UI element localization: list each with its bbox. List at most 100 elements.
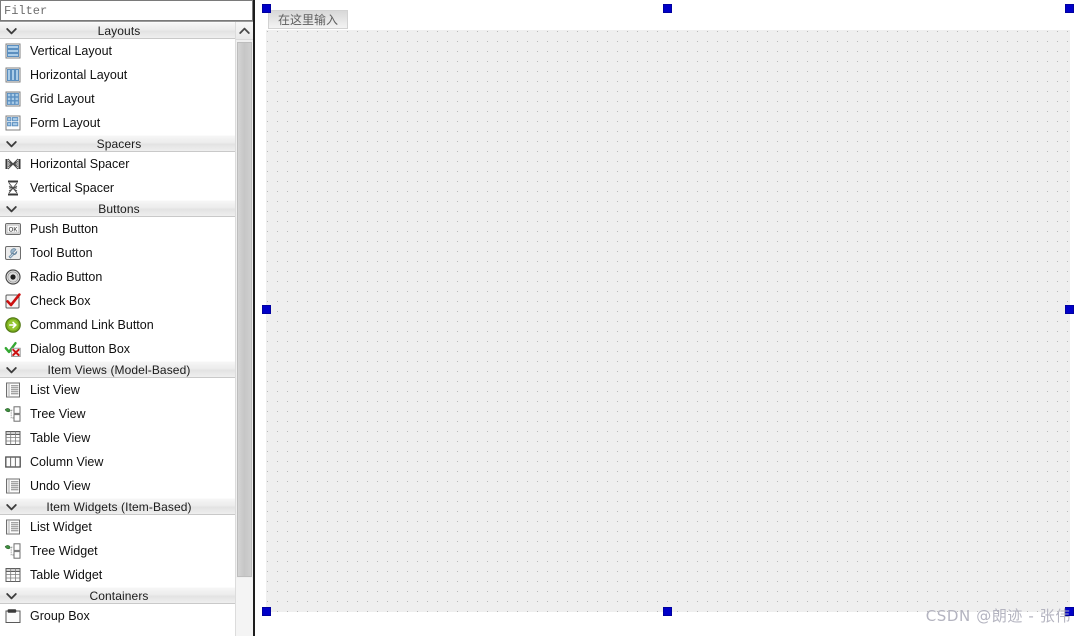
chevron-down-icon[interactable]	[4, 23, 18, 39]
list-widget-icon	[4, 518, 22, 536]
widget-item-check-box[interactable]: Check Box	[0, 289, 238, 313]
widget-item-command-link-button[interactable]: Command Link Button	[0, 313, 238, 337]
widget-tree[interactable]: Layouts Vertical Layout Horizontal Layout G…	[0, 22, 238, 636]
chevron-up-icon	[239, 22, 250, 40]
svg-text:OK: OK	[9, 228, 18, 234]
command-link-button-icon	[4, 316, 22, 334]
category-header-layouts[interactable]: Layouts	[0, 22, 238, 39]
qt-designer-window: Layouts Vertical Layout Horizontal Layout G…	[0, 0, 1081, 636]
column-view-icon	[4, 453, 22, 471]
widget-item-list-view[interactable]: List View	[0, 378, 238, 402]
widget-item-label: Table Widget	[30, 568, 103, 582]
widget-item-vertical-layout[interactable]: Vertical Layout	[0, 39, 238, 63]
category-title: Buttons	[98, 201, 140, 216]
form-editor-area[interactable]: 在这里输入 CSDN @朗迹 - 张伟	[255, 0, 1081, 636]
vertical-spacer-icon	[4, 179, 22, 197]
chevron-down-icon[interactable]	[4, 136, 18, 152]
widget-item-label: Horizontal Spacer	[30, 157, 130, 171]
chevron-down-icon[interactable]	[4, 201, 18, 217]
widget-box-panel: Layouts Vertical Layout Horizontal Layout G…	[0, 0, 255, 636]
widget-item-tool-button[interactable]: Tool Button	[0, 241, 238, 265]
widget-item-label: Push Button	[30, 222, 99, 236]
widget-item-vertical-spacer[interactable]: Vertical Spacer	[0, 176, 238, 200]
tree-view-icon	[4, 405, 22, 423]
group-box-icon	[4, 607, 22, 625]
csdn-watermark: CSDN @朗迹 - 张伟	[925, 607, 1071, 625]
horizontal-spacer-icon	[4, 155, 22, 173]
widget-item-tree-widget[interactable]: Tree Widget	[0, 539, 238, 563]
widget-item-label: Grid Layout	[30, 92, 95, 106]
widget-item-push-button[interactable]: OK Push Button	[0, 217, 238, 241]
list-view-icon	[4, 381, 22, 399]
chevron-down-icon[interactable]	[4, 499, 18, 515]
widget-item-label: Table View	[30, 431, 91, 445]
widget-item-label: Check Box	[30, 294, 91, 308]
widget-box-scrollbar[interactable]	[235, 22, 253, 636]
category-title: Item Widgets (Item-Based)	[46, 499, 192, 514]
table-view-icon	[4, 429, 22, 447]
scrollbar-thumb[interactable]	[237, 42, 252, 577]
handle-bottom-left[interactable]	[262, 607, 271, 616]
handle-top-center[interactable]	[663, 4, 672, 13]
widget-item-label: Tree Widget	[30, 544, 98, 558]
widget-item-label: Column View	[30, 455, 104, 469]
category-header-buttons[interactable]: Buttons	[0, 200, 238, 217]
horizontal-layout-icon	[4, 66, 22, 84]
widget-item-dialog-button-box[interactable]: Dialog Button Box	[0, 337, 238, 361]
widget-item-list-widget[interactable]: List Widget	[0, 515, 238, 539]
widget-item-label: Horizontal Layout	[30, 68, 128, 82]
category-header-item-views-model-based[interactable]: Item Views (Model-Based)	[0, 361, 238, 378]
category-title: Spacers	[96, 136, 142, 151]
undo-view-icon	[4, 477, 22, 495]
scroll-up-button[interactable]	[236, 22, 253, 40]
chevron-down-icon[interactable]	[4, 362, 18, 378]
widget-tree-area: Layouts Vertical Layout Horizontal Layout G…	[0, 22, 253, 636]
category-header-item-widgets-item-based[interactable]: Item Widgets (Item-Based)	[0, 498, 238, 515]
handle-bottom-center[interactable]	[663, 607, 672, 616]
scrollbar-track[interactable]	[236, 578, 253, 636]
category-title: Item Views (Model-Based)	[47, 362, 191, 377]
widget-item-horizontal-layout[interactable]: Horizontal Layout	[0, 63, 238, 87]
category-title: Layouts	[97, 23, 141, 38]
widget-item-label: Vertical Spacer	[30, 181, 115, 195]
form-canvas-grid[interactable]	[266, 30, 1070, 612]
main-window-form[interactable]: 在这里输入	[262, 4, 1074, 616]
category-header-containers[interactable]: Containers	[0, 587, 238, 604]
widget-item-horizontal-spacer[interactable]: Horizontal Spacer	[0, 152, 238, 176]
filter-input[interactable]	[0, 0, 253, 21]
handle-top-right[interactable]	[1065, 4, 1074, 13]
widget-item-table-view[interactable]: Table View	[0, 426, 238, 450]
push-button-icon: OK	[4, 220, 22, 238]
menubar-type-here[interactable]: 在这里输入	[268, 9, 349, 29]
widget-item-column-view[interactable]: Column View	[0, 450, 238, 474]
form-layout-icon	[4, 114, 22, 132]
filter-row	[0, 0, 253, 22]
tool-button-icon	[4, 244, 22, 262]
chevron-down-icon[interactable]	[4, 588, 18, 604]
widget-item-label: List View	[30, 383, 80, 397]
handle-top-left[interactable]	[262, 4, 271, 13]
table-widget-icon	[4, 566, 22, 584]
radio-button-icon	[4, 268, 22, 286]
handle-middle-left[interactable]	[262, 305, 271, 314]
widget-item-label: Dialog Button Box	[30, 342, 131, 356]
widget-item-label: Undo View	[30, 479, 91, 493]
vertical-layout-icon	[4, 42, 22, 60]
widget-item-label: Group Box	[30, 609, 90, 623]
widget-item-group-box[interactable]: Group Box	[0, 604, 238, 628]
widget-item-label: Tree View	[30, 407, 86, 421]
widget-item-form-layout[interactable]: Form Layout	[0, 111, 238, 135]
tree-widget-icon	[4, 542, 22, 560]
widget-item-label: List Widget	[30, 520, 92, 534]
widget-item-grid-layout[interactable]: Grid Layout	[0, 87, 238, 111]
widget-item-radio-button[interactable]: Radio Button	[0, 265, 238, 289]
widget-item-label: Command Link Button	[30, 318, 154, 332]
category-header-spacers[interactable]: Spacers	[0, 135, 238, 152]
widget-item-label: Tool Button	[30, 246, 93, 260]
widget-item-undo-view[interactable]: Undo View	[0, 474, 238, 498]
widget-item-label: Form Layout	[30, 116, 101, 130]
handle-middle-right[interactable]	[1065, 305, 1074, 314]
widget-item-tree-view[interactable]: Tree View	[0, 402, 238, 426]
widget-item-label: Radio Button	[30, 270, 103, 284]
widget-item-table-widget[interactable]: Table Widget	[0, 563, 238, 587]
